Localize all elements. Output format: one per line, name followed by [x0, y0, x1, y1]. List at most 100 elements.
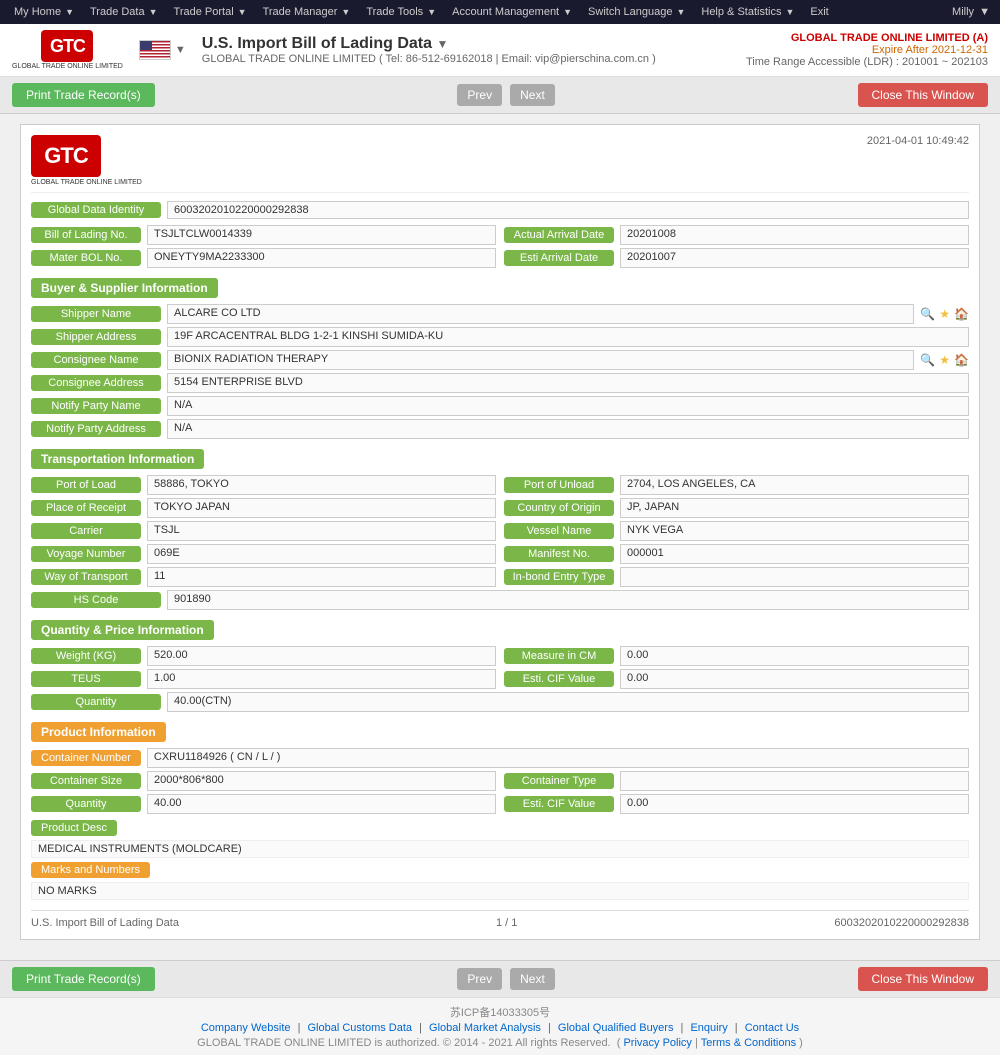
nav-my-home[interactable]: My Home▼ — [8, 0, 82, 24]
bottom-next-button[interactable]: Next — [510, 968, 555, 990]
consignee-search-icon[interactable]: 🔍 — [920, 353, 935, 367]
product-cif-col: Esti. CIF Value 0.00 — [504, 794, 969, 814]
flag-dropdown[interactable]: ▼ — [175, 44, 186, 56]
title-arrow: ▼ — [436, 37, 448, 51]
nav-account-management[interactable]: Account Management▼ — [446, 0, 580, 24]
account-company: GLOBAL TRADE ONLINE LIMITED (A) — [746, 32, 988, 44]
teus-label: TEUS — [31, 671, 141, 687]
account-info: GLOBAL TRADE ONLINE LIMITED (A) Expire A… — [746, 32, 988, 68]
consignee-star-icon[interactable]: ★ — [939, 353, 950, 367]
main-content: GTC GLOBAL TRADE ONLINE LIMITED 2021-04-… — [0, 114, 1000, 960]
transport-value: 11 — [147, 567, 496, 587]
footer-privacy[interactable]: Privacy Policy — [623, 1037, 691, 1049]
shipper-address-value: 19F ARCACENTRAL BLDG 1-2-1 KINSHI SUMIDA… — [167, 327, 969, 347]
footer-icp: 苏ICP备14033305号 — [12, 1004, 988, 1020]
global-data-identity-value: 6003202010220000292838 — [167, 201, 969, 219]
marks-text: NO MARKS — [31, 882, 969, 900]
card-footer-left: U.S. Import Bill of Lading Data — [31, 917, 179, 929]
footer-links: Company Website | Global Customs Data | … — [12, 1022, 988, 1034]
page-subtitle: GLOBAL TRADE ONLINE LIMITED ( Tel: 86-51… — [202, 53, 746, 65]
prev-button[interactable]: Prev — [457, 84, 502, 106]
product-desc-button[interactable]: Product Desc — [31, 820, 117, 836]
notify-party-address-row: Notify Party Address N/A — [31, 419, 969, 439]
port-load-col: Port of Load 58886, TOKYO — [31, 475, 496, 495]
container-number-button[interactable]: Container Number — [31, 750, 141, 766]
footer-enquiry[interactable]: Enquiry — [690, 1022, 727, 1034]
container-type-value — [620, 771, 969, 791]
product-info-section: Product Information Container Number CXR… — [31, 722, 969, 900]
marks-button[interactable]: Marks and Numbers — [31, 862, 150, 878]
hs-code-value: 901890 — [167, 590, 969, 610]
logo-area: GTC GLOBAL TRADE ONLINE LIMITED — [12, 30, 123, 70]
shipper-star-icon[interactable]: ★ — [939, 307, 950, 321]
bottom-close-button[interactable]: Close This Window — [858, 967, 988, 991]
measure-col: Measure in CM 0.00 — [504, 646, 969, 666]
bottom-prev-button[interactable]: Prev — [457, 968, 502, 990]
consignee-name-icons: 🔍 ★ 🏠 — [920, 353, 969, 367]
nav-trade-tools[interactable]: Trade Tools▼ — [360, 0, 444, 24]
container-number-row: Container Number CXRU1184926 ( CN / L / … — [31, 748, 969, 768]
card-timestamp: 2021-04-01 10:49:42 — [867, 135, 969, 147]
consignee-home-icon[interactable]: 🏠 — [954, 353, 969, 367]
product-cif-value: 0.00 — [620, 794, 969, 814]
nav-switch-language[interactable]: Switch Language▼ — [582, 0, 693, 24]
close-button[interactable]: Close This Window — [858, 83, 988, 107]
quantity-row: Quantity 40.00(CTN) — [31, 692, 969, 712]
top-action-bar: Print Trade Record(s) Prev Next Close Th… — [0, 77, 1000, 114]
shipper-search-icon[interactable]: 🔍 — [920, 307, 935, 321]
bol-label: Bill of Lading No. — [31, 227, 141, 243]
bol-value: TSJLTCLW0014339 — [147, 225, 496, 245]
consignee-address-label: Consignee Address — [31, 375, 161, 391]
carrier-label: Carrier — [31, 523, 141, 539]
transport-col: Way of Transport 11 — [31, 567, 496, 587]
footer-company-website[interactable]: Company Website — [201, 1022, 291, 1034]
nav-trade-manager[interactable]: Trade Manager▼ — [257, 0, 359, 24]
card-header: GTC GLOBAL TRADE ONLINE LIMITED 2021-04-… — [31, 135, 969, 193]
product-qty-col: Quantity 40.00 — [31, 794, 496, 814]
user-name: Milly ▼ — [952, 6, 990, 18]
container-type-col: Container Type — [504, 771, 969, 791]
notify-party-name-row: Notify Party Name N/A — [31, 396, 969, 416]
container-size-col: Container Size 2000*806*800 — [31, 771, 496, 791]
nav-trade-portal[interactable]: Trade Portal▼ — [168, 0, 255, 24]
footer-contact-us[interactable]: Contact Us — [745, 1022, 799, 1034]
container-size-type-row: Container Size 2000*806*800 Container Ty… — [31, 771, 969, 791]
container-number-value: CXRU1184926 ( CN / L / ) — [147, 748, 969, 768]
footer-global-customs[interactable]: Global Customs Data — [308, 1022, 413, 1034]
footer-copyright: GLOBAL TRADE ONLINE LIMITED is authorize… — [12, 1037, 988, 1049]
product-cif-label: Esti. CIF Value — [504, 796, 614, 812]
esti-cif-col: Esti. CIF Value 0.00 — [504, 669, 969, 689]
nav-help-statistics[interactable]: Help & Statistics▼ — [695, 0, 802, 24]
receipt-label: Place of Receipt — [31, 500, 141, 516]
footer-global-buyers[interactable]: Global Qualified Buyers — [558, 1022, 674, 1034]
footer-terms[interactable]: Terms & Conditions — [701, 1037, 796, 1049]
nav-trade-data[interactable]: Trade Data▼ — [84, 0, 166, 24]
page-title: U.S. Import Bill of Lading Data ▼ — [202, 35, 746, 53]
print-button[interactable]: Print Trade Record(s) — [12, 83, 155, 107]
footer-global-market[interactable]: Global Market Analysis — [429, 1022, 541, 1034]
carrier-col: Carrier TSJL — [31, 521, 496, 541]
mater-bol-value: ONEYTY9MA2233300 — [147, 248, 496, 268]
container-type-label: Container Type — [504, 773, 614, 789]
vessel-value: NYK VEGA — [620, 521, 969, 541]
port-unload-value: 2704, LOS ANGELES, CA — [620, 475, 969, 495]
product-info-title: Product Information — [31, 722, 166, 742]
bottom-print-button[interactable]: Print Trade Record(s) — [12, 967, 155, 991]
nav-exit[interactable]: Exit — [804, 0, 836, 24]
gtc-logo-badge: GTC — [41, 30, 93, 62]
weight-measure-row: Weight (KG) 520.00 Measure in CM 0.00 — [31, 646, 969, 666]
teus-value: 1.00 — [147, 669, 496, 689]
buyer-supplier-title: Buyer & Supplier Information — [31, 278, 218, 298]
shipper-home-icon[interactable]: 🏠 — [954, 307, 969, 321]
shipper-name-row: Shipper Name ALCARE CO LTD 🔍 ★ 🏠 — [31, 304, 969, 324]
teus-cif-row: TEUS 1.00 Esti. CIF Value 0.00 — [31, 669, 969, 689]
voyage-label: Voyage Number — [31, 546, 141, 562]
expire-date: Expire After 2021-12-31 — [746, 44, 988, 56]
global-data-identity-row: Global Data Identity 6003202010220000292… — [31, 201, 969, 219]
product-qty-value: 40.00 — [147, 794, 496, 814]
next-button[interactable]: Next — [510, 84, 555, 106]
top-navigation: My Home▼ Trade Data▼ Trade Portal▼ Trade… — [0, 0, 1000, 24]
container-size-label: Container Size — [31, 773, 141, 789]
product-qty-label: Quantity — [31, 796, 141, 812]
card-footer-middle: 1 / 1 — [496, 917, 517, 929]
